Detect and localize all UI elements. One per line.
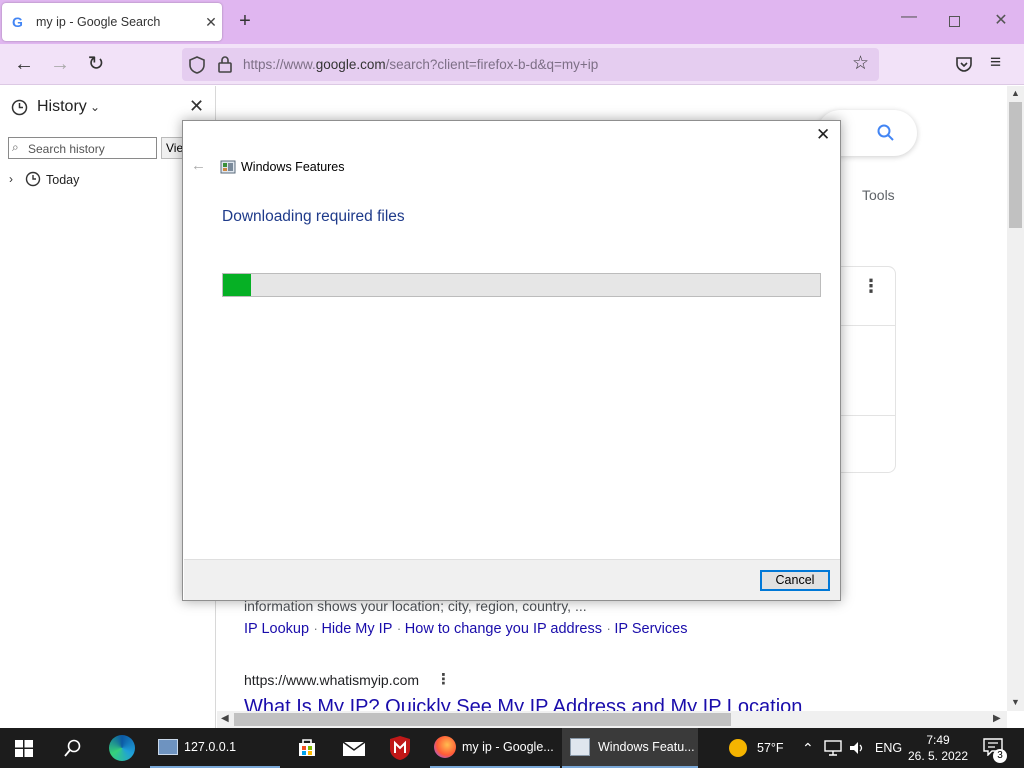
taskbar-item-remote[interactable]: 127.0.0.1 — [150, 728, 280, 768]
search-icon[interactable] — [63, 739, 82, 758]
scroll-up-icon[interactable]: ▲ — [1011, 88, 1020, 98]
mail-icon[interactable] — [342, 741, 366, 757]
notification-badge: 3 — [993, 749, 1007, 763]
weather-temp[interactable]: 57°F — [757, 728, 784, 768]
clock-icon — [25, 171, 41, 187]
chevron-up-icon[interactable]: ⌃ — [802, 728, 814, 768]
scroll-thumb[interactable] — [234, 713, 731, 726]
card-divider — [839, 325, 895, 326]
tab-active[interactable]: G my ip - Google Search ✕ — [2, 3, 222, 41]
windows-features-dialog: ✕ ← Windows Features Downloading require… — [182, 120, 841, 601]
close-dialog-icon[interactable]: ✕ — [816, 125, 830, 145]
sublink-ip-services[interactable]: IP Services — [614, 621, 687, 637]
pocket-icon[interactable] — [955, 56, 973, 72]
windows-features-icon — [220, 160, 236, 174]
back-icon[interactable]: ← — [10, 44, 38, 85]
reload-icon[interactable]: ↻ — [82, 44, 110, 85]
lock-icon[interactable] — [217, 55, 233, 73]
taskbar-item-windows-features[interactable]: Windows Featu... — [562, 728, 698, 768]
close-window-icon[interactable]: ✕ — [988, 10, 1014, 30]
tab-title: my ip - Google Search — [36, 15, 161, 29]
progress-fill — [223, 274, 251, 296]
search-icon: ⌕ — [12, 140, 19, 154]
firefox-icon — [434, 736, 456, 758]
mcafee-icon[interactable] — [388, 735, 412, 761]
clock[interactable]: 7:49 26. 5. 2022 — [906, 732, 970, 764]
restore-icon[interactable] — [949, 16, 960, 27]
weather-sun-icon[interactable] — [729, 739, 747, 757]
store-icon[interactable] — [296, 736, 318, 758]
url-text: https://www.google.com/search?client=fir… — [243, 57, 599, 72]
sublink-change-ip[interactable]: How to change you IP address — [405, 621, 602, 637]
result-url[interactable]: https://www.whatismyip.com — [244, 672, 419, 688]
forward-icon[interactable]: → — [46, 44, 74, 85]
search-history-input[interactable]: ⌕ Search history — [8, 137, 157, 159]
tools-link[interactable]: Tools — [862, 187, 895, 203]
remote-desktop-icon — [158, 739, 178, 755]
dialog-footer: Cancel — [184, 559, 840, 600]
chevron-right-icon[interactable]: › — [9, 172, 13, 186]
bookmark-star-icon[interactable]: ☆ — [852, 52, 869, 75]
info-card: ⋮ — [839, 266, 896, 473]
date: 26. 5. 2022 — [907, 749, 969, 763]
horizontal-scrollbar[interactable]: ◀ ▶ — [217, 711, 1007, 728]
more-options-icon[interactable]: ⋮ — [862, 277, 880, 295]
windows-features-icon — [570, 738, 590, 756]
result-sublinks: IP Lookup · Hide My IP · How to change y… — [244, 621, 688, 637]
back-arrow-icon[interactable]: ← — [191, 157, 206, 174]
sidebar-title[interactable]: History — [37, 98, 87, 116]
edge-icon[interactable] — [109, 735, 135, 761]
download-progress-bar — [222, 273, 821, 297]
scroll-thumb[interactable] — [1009, 102, 1022, 228]
new-tab-icon[interactable]: + — [232, 10, 258, 33]
search-icon[interactable] — [877, 124, 895, 142]
vertical-scrollbar[interactable]: ▲ ▼ — [1007, 86, 1024, 711]
chevron-down-icon[interactable]: ⌄ — [90, 100, 100, 114]
windows-start-icon[interactable] — [15, 740, 33, 757]
sublink-ip-lookup[interactable]: IP Lookup — [244, 621, 309, 637]
scroll-right-icon[interactable]: ▶ — [993, 713, 1001, 724]
tracking-shield-icon[interactable] — [188, 56, 206, 74]
close-tab-icon[interactable]: ✕ — [200, 14, 222, 31]
dialog-heading: Downloading required files — [222, 208, 405, 225]
clock-icon — [11, 99, 28, 116]
close-sidebar-icon[interactable]: ✕ — [189, 96, 204, 117]
volume-icon[interactable] — [848, 740, 866, 756]
scroll-down-icon[interactable]: ▼ — [1011, 697, 1020, 707]
time: 7:49 — [926, 733, 950, 747]
language-indicator[interactable]: ENG — [875, 728, 902, 768]
more-options-icon[interactable]: ⋮ — [436, 670, 451, 688]
sublink-hide-my-ip[interactable]: Hide My IP — [321, 621, 392, 637]
scroll-left-icon[interactable]: ◀ — [221, 713, 229, 724]
network-icon[interactable] — [824, 740, 842, 756]
history-group-today[interactable]: Today — [46, 173, 79, 187]
dialog-title: Windows Features — [241, 160, 345, 174]
google-favicon-icon: G — [12, 14, 23, 30]
taskbar-item-firefox[interactable]: my ip - Google... — [430, 728, 560, 768]
menu-icon[interactable]: ≡ — [990, 52, 1001, 74]
card-divider — [839, 415, 895, 416]
result-title[interactable]: What Is My IP? Quickly See My IP Address… — [244, 696, 802, 711]
cancel-button[interactable]: Cancel — [760, 570, 830, 591]
minimize-icon[interactable]: — — [896, 8, 922, 26]
